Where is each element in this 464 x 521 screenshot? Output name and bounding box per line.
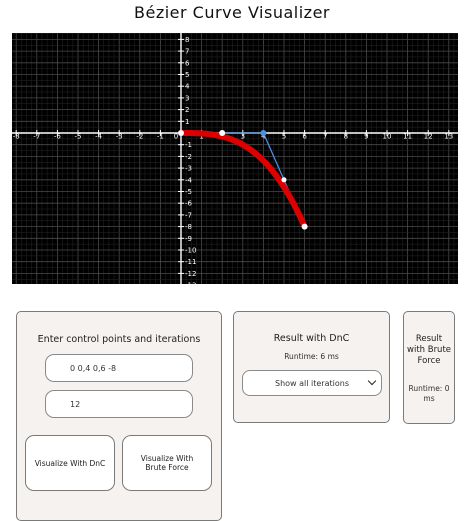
y-tick-label: 6 — [185, 59, 190, 67]
brute-force-result-heading: Result with Brute Force — [407, 334, 452, 366]
x-tick-label: -3 — [116, 133, 123, 141]
iterations-input[interactable] — [45, 390, 193, 418]
y-tick-label: -4 — [185, 176, 193, 184]
y-tick-label: 3 — [185, 94, 189, 102]
y-tick-label: 2 — [185, 106, 189, 114]
y-tick-label: -6 — [185, 200, 193, 208]
x-tick-label: -6 — [54, 133, 62, 141]
brute-force-runtime: Runtime: 0 ms — [408, 384, 450, 403]
y-tick-label: 4 — [185, 83, 190, 91]
x-tick-label: 3 — [241, 133, 245, 141]
visualize-dnc-button[interactable]: Visualize With DnC — [25, 435, 115, 491]
x-tick-label: -2 — [136, 133, 143, 141]
y-tick-label: 8 — [185, 36, 189, 44]
x-tick-label: 8 — [344, 133, 348, 141]
y-tick-label: 1 — [185, 118, 189, 126]
x-tick-label: 9 — [364, 133, 368, 141]
x-tick-label: -8 — [13, 133, 20, 141]
axes — [12, 33, 458, 284]
y-tick-label: -7 — [185, 211, 192, 219]
y-tick-label: -10 — [185, 247, 196, 255]
origin-label: 0 — [174, 133, 178, 141]
x-tick-label: 7 — [323, 133, 327, 141]
y-tick-label: -11 — [185, 258, 196, 266]
x-tick-label: -7 — [33, 133, 40, 141]
brute-force-result-panel: Result with Brute Force Runtime: 0 ms — [403, 311, 455, 424]
input-panel: Enter control points and iterations Visu… — [16, 311, 222, 521]
x-tick-label: 11 — [403, 133, 412, 141]
y-tick-label: -13 — [185, 282, 196, 284]
y-tick-label: -1 — [185, 141, 192, 149]
control-point — [260, 130, 267, 136]
dnc-result-panel: Result with DnC Runtime: 6 ms Show all i… — [233, 311, 390, 423]
x-tick-label: -1 — [157, 133, 164, 141]
x-tick-label: 6 — [302, 133, 307, 141]
dnc-result-heading: Result with DnC — [273, 333, 350, 344]
y-tick-label: 7 — [185, 48, 189, 56]
dnc-runtime: Runtime: 6 ms — [284, 352, 339, 361]
x-tick-label: 12 — [424, 133, 433, 141]
control-point — [178, 130, 184, 136]
y-tick-label: -12 — [185, 270, 196, 278]
page-title: Bézier Curve Visualizer — [134, 3, 330, 22]
x-tick-label: -4 — [95, 133, 103, 141]
visualize-brute-force-button[interactable]: Visualize With Brute Force — [122, 435, 212, 491]
y-tick-label: -5 — [185, 188, 192, 196]
y-tick-label: -2 — [185, 153, 192, 161]
bezier-graph-canvas[interactable]: -8 -7 -6 -5 -4 -3 -2 -1 1 2 3 4 5 6 7 8 9 10 11 12 13 0 8 7 6 5 4 3… — [12, 33, 458, 284]
control-point — [219, 130, 226, 136]
helper-point — [281, 177, 287, 183]
x-tick-label: 5 — [282, 133, 286, 141]
input-panel-heading: Enter control points and iterations — [37, 334, 201, 345]
y-tick-label: -9 — [185, 235, 192, 243]
x-tick-label: 10 — [383, 133, 392, 141]
iteration-select-value: Show all iterations — [275, 378, 349, 388]
chevron-down-icon — [367, 376, 377, 386]
y-tick-label: -3 — [185, 165, 192, 173]
y-tick-label: -8 — [185, 223, 192, 231]
iteration-select[interactable]: Show all iterations — [242, 370, 382, 396]
control-point — [301, 223, 308, 230]
y-tick-label: 5 — [185, 71, 189, 79]
control-points-input[interactable] — [45, 354, 193, 382]
grid-lines — [12, 33, 458, 284]
x-tick-label: 13 — [444, 133, 453, 141]
x-tick-label: -5 — [75, 133, 82, 141]
